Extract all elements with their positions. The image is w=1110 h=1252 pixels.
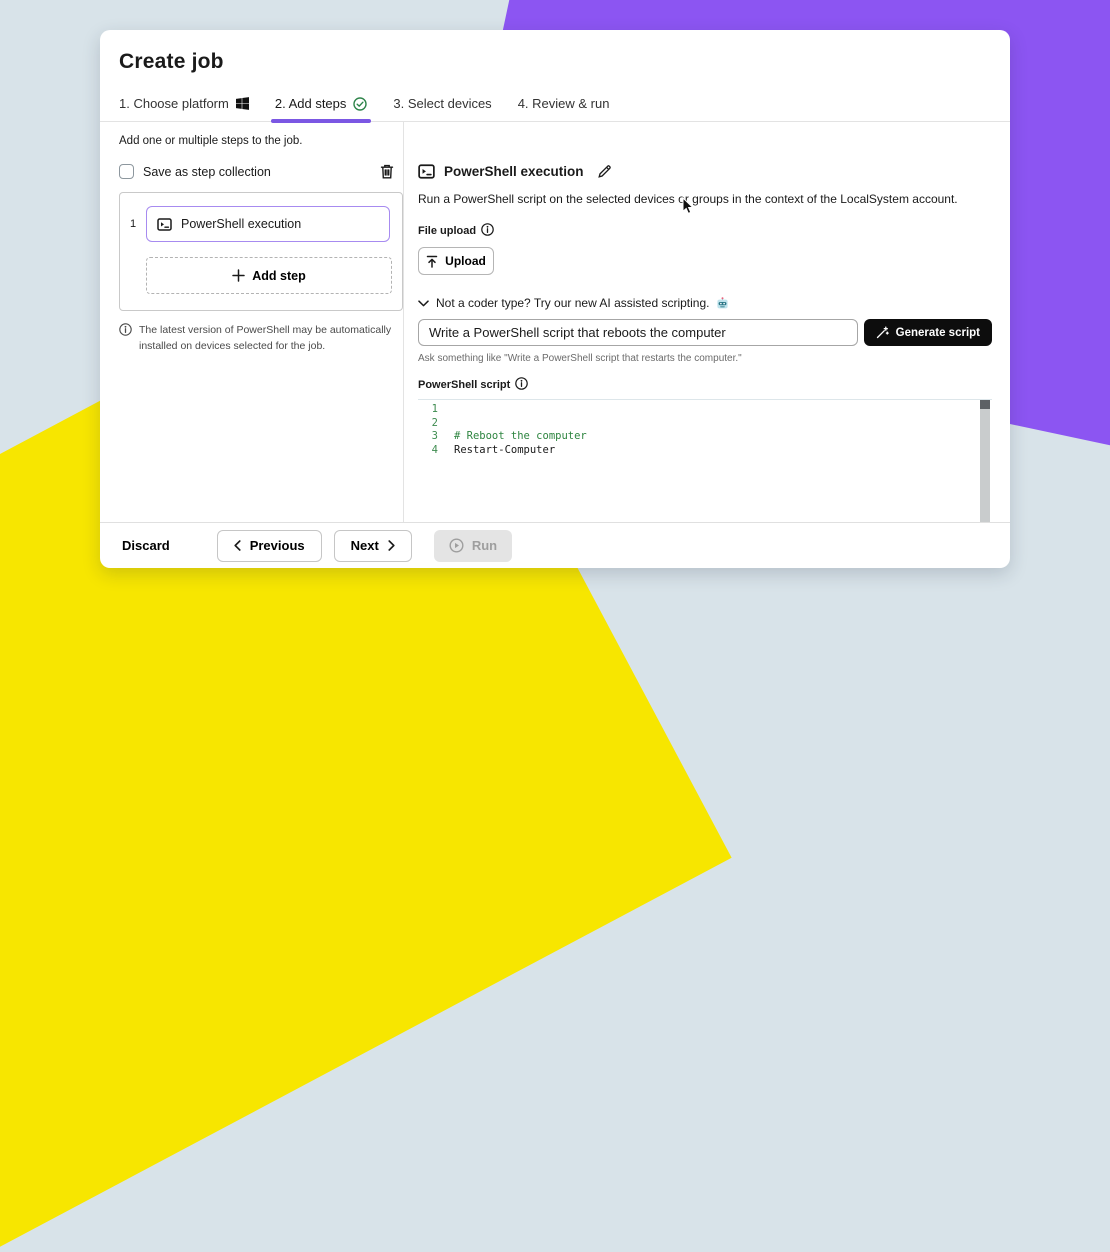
tab-review-run[interactable]: 4. Review & run [518,96,610,121]
list-item: 1 PowerShell execution [128,206,390,242]
chevron-left-icon [234,540,241,551]
steps-panel: Add one or multiple steps to the job. Sa… [100,122,403,522]
file-upload-label: File upload [418,225,476,237]
previous-button-label: Previous [250,538,305,553]
add-step-button[interactable]: Add step [146,257,392,294]
code-text[interactable]: Restart-Computer [450,444,976,458]
plus-icon [232,269,245,282]
run-button-label: Run [472,538,497,553]
code-line[interactable]: 3 # Reboot the computer [418,430,992,444]
powershell-info-note: The latest version of PowerShell may be … [119,322,411,355]
tab-label: 4. Review & run [518,96,610,111]
tab-select-devices[interactable]: 3. Select devices [393,96,491,121]
robot-emoji [716,297,729,310]
generate-script-button[interactable]: Generate script [864,319,992,346]
magic-wand-icon [876,326,889,339]
add-step-label: Add step [252,269,305,283]
chevron-down-icon [418,300,429,307]
step-detail-title: PowerShell execution [444,164,584,179]
create-job-dialog: Create job 1. Choose platform 2. Add ste… [100,30,1010,568]
ai-toggle-label: Not a coder type? Try our new AI assiste… [436,296,709,310]
tab-label: 1. Choose platform [119,96,229,111]
trash-icon [379,163,395,180]
rename-step-button[interactable] [597,164,612,179]
check-circle-icon [353,97,367,111]
tab-label: 2. Add steps [275,96,347,111]
next-button[interactable]: Next [334,530,412,562]
step-item-label: PowerShell execution [181,217,301,231]
line-number: 2 [418,417,450,431]
editor-scrollbar-thumb[interactable] [980,400,990,409]
step-number: 1 [128,218,138,230]
line-number: 4 [418,444,450,458]
info-note-text: The latest version of PowerShell may be … [139,322,401,355]
upload-icon [426,255,438,268]
code-line[interactable]: 1 [418,403,992,417]
line-number: 3 [418,430,450,444]
editor-scrollbar[interactable] [980,400,990,522]
file-upload-label-row: File upload [418,223,992,239]
ai-scripting-toggle[interactable]: Not a coder type? Try our new AI assiste… [418,296,992,310]
step-item-powershell-execution[interactable]: PowerShell execution [146,206,390,242]
run-button[interactable]: Run [434,530,512,562]
tab-add-steps[interactable]: 2. Add steps [275,96,368,121]
code-text[interactable]: # Reboot the computer [450,430,976,444]
info-icon[interactable] [481,223,494,239]
play-circle-icon [449,538,464,553]
tab-label: 3. Select devices [393,96,491,111]
save-as-collection-checkbox[interactable] [119,164,134,179]
dialog-footer: Discard Previous Next Run [100,522,1010,568]
upload-button-label: Upload [445,254,486,268]
upload-button[interactable]: Upload [418,247,494,275]
line-number: 1 [418,403,450,417]
wizard-tabs: 1. Choose platform 2. Add steps 3. Selec… [100,96,1010,122]
panel-intro-text: Add one or multiple steps to the job. [119,135,403,147]
previous-button[interactable]: Previous [217,530,322,562]
code-line[interactable]: 4 Restart-Computer [418,444,992,458]
generate-script-label: Generate script [896,327,980,339]
chevron-right-icon [388,540,395,551]
powershell-script-label-row: PowerShell script [418,377,992,393]
pencil-icon [597,164,612,179]
code-line[interactable]: 2 [418,417,992,431]
tab-choose-platform[interactable]: 1. Choose platform [119,96,249,121]
discard-button[interactable]: Discard [122,538,170,553]
powershell-script-label: PowerShell script [418,379,510,391]
powershell-icon [418,164,435,179]
ai-prompt-input[interactable] [418,319,858,346]
powershell-icon [157,218,172,231]
step-detail-panel: PowerShell execution Run a PowerShell sc… [404,122,1010,522]
info-icon [119,322,132,355]
windows-logo-icon [236,97,249,110]
page-title: Create job [100,30,1010,74]
code-editor[interactable]: 1 2 3 # Reboot the computer 4 Restart-Co… [418,399,992,522]
info-icon[interactable] [515,377,528,393]
prompt-hint-text: Ask something like "Write a PowerShell s… [418,353,992,364]
step-description: Run a PowerShell script on the selected … [418,192,992,206]
next-button-label: Next [351,538,379,553]
delete-step-button[interactable] [379,163,395,180]
steps-list: 1 PowerShell execution Add step [119,192,403,311]
save-as-collection-label: Save as step collection [143,165,271,179]
